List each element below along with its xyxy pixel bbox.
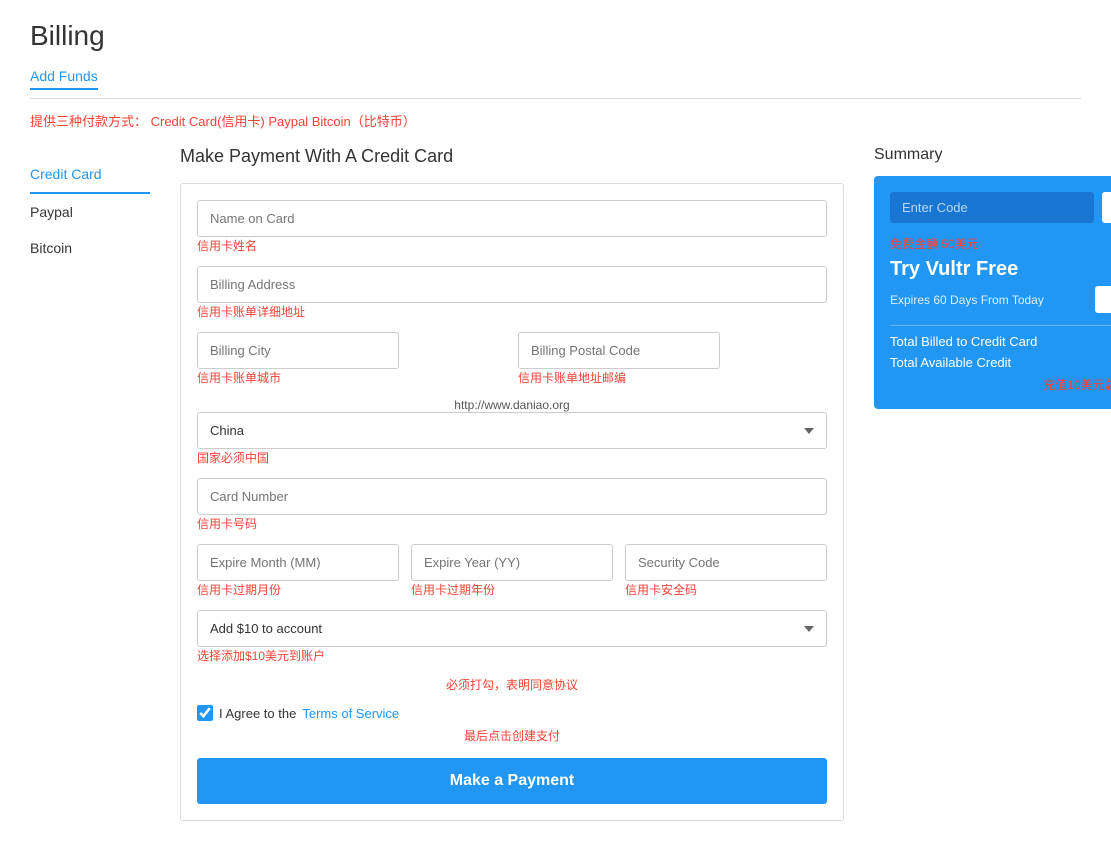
country-select[interactable]: China United States United Kingdom Japan bbox=[197, 412, 827, 449]
expire-year-input[interactable] bbox=[411, 544, 613, 581]
summary-divider bbox=[890, 325, 1111, 326]
add-amount-select[interactable]: Add $10 to account Add $20 to account Ad… bbox=[197, 610, 827, 647]
bottom-annotation: 充值10美元总收益60美元 bbox=[1043, 378, 1111, 392]
billing-address-annotation: 信用卡账单详细地址 bbox=[197, 303, 827, 320]
summary-title: Summary bbox=[874, 146, 1111, 164]
promo-row: Apply bbox=[890, 192, 1111, 223]
make-payment-button[interactable]: Make a Payment bbox=[197, 758, 827, 804]
try-vultr-label: Try Vultr Free bbox=[890, 258, 1018, 281]
agree-annotation: 必须打勾，表明同意协议 bbox=[197, 676, 827, 693]
summary-card: Apply 免费金额 50美元 Try Vultr Free +50.00 Ex… bbox=[874, 176, 1111, 409]
page-title: Billing bbox=[30, 20, 1081, 52]
billing-city-input[interactable] bbox=[197, 332, 399, 369]
country-select-wrapper: China United States United Kingdom Japan bbox=[197, 412, 827, 449]
terms-link[interactable]: Terms of Service bbox=[302, 706, 399, 721]
expire-year-annotation: 信用卡过期年份 bbox=[411, 581, 613, 598]
agree-text: I Agree to the bbox=[219, 706, 296, 721]
country-row: China United States United Kingdom Japan… bbox=[197, 412, 827, 466]
expire-month-input[interactable] bbox=[197, 544, 399, 581]
total-credit-label: Total Available Credit bbox=[890, 355, 1011, 370]
expire-month-annotation: 信用卡过期月份 bbox=[197, 581, 399, 598]
sidebar-item-paypal[interactable]: Paypal bbox=[30, 194, 150, 230]
agree-checkbox[interactable] bbox=[197, 705, 213, 721]
billing-address-input[interactable] bbox=[197, 266, 827, 303]
notice: 提供三种付款方式： Credit Card(信用卡) Paypal Bitcoi… bbox=[30, 111, 1081, 130]
url-note: http://www.daniao.org bbox=[197, 398, 827, 412]
postal-annotation: 信用卡账单地址邮编 bbox=[518, 369, 827, 386]
expire-security-row: 信用卡过期月份 信用卡过期年份 信用卡安全码 bbox=[197, 544, 827, 598]
agree-row: I Agree to the Terms of Service bbox=[197, 705, 827, 721]
divider bbox=[30, 98, 1081, 99]
add-amount-select-wrapper: Add $10 to account Add $20 to account Ad… bbox=[197, 610, 827, 647]
expires-row: Expires 60 Days From Today Remove bbox=[890, 286, 1111, 313]
form-area: Make Payment With A Credit Card 信用卡姓名 信用… bbox=[180, 146, 844, 821]
total-credit-row: Total Available Credit $60.00 bbox=[890, 355, 1111, 370]
expires-text: Expires 60 Days From Today bbox=[890, 293, 1044, 307]
bonus-annotation: 免费金额 50美元 bbox=[890, 235, 1111, 252]
add-amount-annotation: 选择添加$10美元到账户 bbox=[197, 647, 827, 664]
sidebar-item-bitcoin[interactable]: Bitcoin bbox=[30, 230, 150, 266]
try-vultr-row: Try Vultr Free +50.00 bbox=[890, 256, 1111, 282]
bottom-annotation-row: 充值10美元总收益60美元 bbox=[890, 376, 1111, 393]
card-number-row: 信用卡号码 bbox=[197, 478, 827, 532]
name-annotation: 信用卡姓名 bbox=[197, 237, 827, 254]
add-amount-row: Add $10 to account Add $20 to account Ad… bbox=[197, 610, 827, 664]
promo-input[interactable] bbox=[890, 192, 1094, 223]
security-code-input[interactable] bbox=[625, 544, 827, 581]
expire-year-col: 信用卡过期年份 bbox=[411, 544, 613, 598]
postal-col: 信用卡账单地址邮编 bbox=[518, 332, 827, 386]
card-number-annotation: 信用卡号码 bbox=[197, 515, 827, 532]
city-annotation: 信用卡账单城市 bbox=[197, 369, 506, 386]
country-annotation: 国家必须中国 bbox=[197, 449, 827, 466]
security-code-annotation: 信用卡安全码 bbox=[625, 581, 827, 598]
city-postal-row: 信用卡账单城市 信用卡账单地址邮编 bbox=[197, 332, 827, 386]
city-col: 信用卡账单城市 bbox=[197, 332, 506, 386]
expire-month-col: 信用卡过期月份 bbox=[197, 544, 399, 598]
summary: Summary Apply 免费金额 50美元 Try Vultr Free +… bbox=[874, 146, 1111, 409]
name-on-card-input[interactable] bbox=[197, 200, 827, 237]
add-funds-tab[interactable]: Add Funds bbox=[30, 68, 98, 90]
billing-address-row: 信用卡账单详细地址 bbox=[197, 266, 827, 320]
form-card: 信用卡姓名 信用卡账单详细地址 信用卡账单城市 信用卡账单地址邮编 http:/… bbox=[180, 183, 844, 821]
total-billed-label: Total Billed to Credit Card bbox=[890, 334, 1037, 349]
sidebar: Credit Card Paypal Bitcoin bbox=[30, 146, 150, 266]
card-number-input[interactable] bbox=[197, 478, 827, 515]
final-annotation: 最后点击创建支付 bbox=[197, 727, 827, 744]
sidebar-item-credit-card[interactable]: Credit Card bbox=[30, 156, 150, 194]
remove-button[interactable]: Remove bbox=[1095, 286, 1111, 313]
billing-postal-input[interactable] bbox=[518, 332, 720, 369]
form-title: Make Payment With A Credit Card bbox=[180, 146, 844, 167]
apply-button[interactable]: Apply bbox=[1102, 192, 1111, 223]
security-code-col: 信用卡安全码 bbox=[625, 544, 827, 598]
name-on-card-row: 信用卡姓名 bbox=[197, 200, 827, 254]
total-billed-row: Total Billed to Credit Card +$10.00 bbox=[890, 334, 1111, 349]
